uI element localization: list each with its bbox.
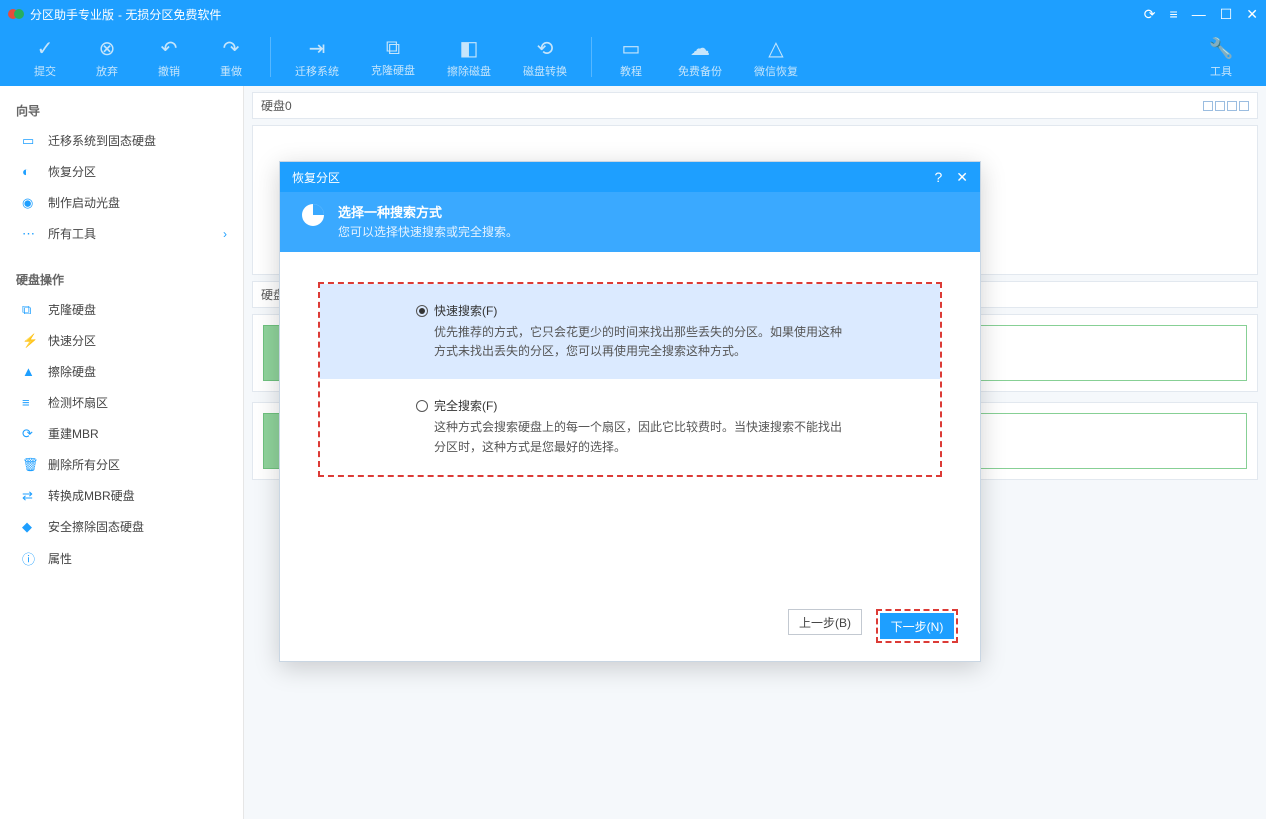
dialog-header: 选择一种搜索方式 您可以选择快速搜索或完全搜索。 [280, 192, 980, 252]
convert-icon: ⟲ [537, 36, 554, 61]
disk-label: 硬盘0 [261, 97, 292, 114]
view-toggle[interactable] [1203, 101, 1249, 111]
dialog-titlebar: 恢复分区 ? ✕ [280, 162, 980, 192]
sidebar-item-migrate-ssd[interactable]: ▭迁移系统到固态硬盘 [0, 125, 243, 156]
redo-icon: ↷ [223, 36, 240, 61]
option-full-search[interactable]: 完全搜索(F) 这种方式会搜索硬盘上的每一个扇区，因此它比较费时。当快速搜索不能… [320, 379, 940, 474]
refresh-icon[interactable]: ⟳ [1144, 6, 1156, 23]
commit-button[interactable]: ✓提交 [14, 30, 76, 84]
disc-icon: ◉ [22, 195, 40, 211]
next-button[interactable]: 下一步(N) [880, 613, 954, 639]
undo-button[interactable]: ↶撤销 [138, 30, 200, 84]
app-logo-icon [8, 6, 24, 22]
sidebar-item-clone-disk[interactable]: ⧉克隆硬盘 [0, 294, 243, 325]
wechat-icon: △ [768, 36, 783, 61]
menu-icon[interactable]: ≡ [1170, 6, 1178, 23]
scan-icon: ≡ [22, 395, 40, 410]
sidebar-item-delete-all[interactable]: 🗑删除所有分区 [0, 449, 243, 480]
discard-button[interactable]: ⊗放弃 [76, 30, 138, 84]
undo-icon: ↶ [161, 36, 178, 61]
dialog-close-icon[interactable]: ✕ [956, 169, 968, 186]
maximize-icon[interactable]: ☐ [1220, 6, 1233, 23]
prev-button[interactable]: 上一步(B) [788, 609, 862, 635]
tutorial-button[interactable]: ▭教程 [600, 30, 662, 84]
erase-icon: ▲ [22, 364, 40, 379]
wechat-recover-button[interactable]: △微信恢复 [738, 30, 814, 84]
options-highlight: 快速搜索(F) 优先推荐的方式，它只会花更少的时间来找出那些丢失的分区。如果使用… [318, 282, 942, 477]
radio-quick-search[interactable] [416, 305, 428, 317]
wipe-icon: ◧ [460, 36, 479, 61]
sidebar-item-secure-wipe-ssd[interactable]: ◆安全擦除固态硬盘 [0, 511, 243, 542]
wipe-disk-button[interactable]: ◧擦除磁盘 [431, 30, 507, 84]
convert-disk-button[interactable]: ⟲磁盘转换 [507, 30, 583, 84]
option-quick-desc: 优先推荐的方式，它只会花更少的时间来找出那些丢失的分区。如果使用这种方式未找出丢… [416, 323, 844, 361]
book-icon: ▭ [622, 36, 641, 61]
sidebar-item-boot-disc[interactable]: ◉制作启动光盘 [0, 187, 243, 218]
minimize-icon[interactable]: — [1192, 6, 1206, 23]
check-icon: ✓ [37, 36, 54, 61]
migrate-os-button[interactable]: ⇥迁移系统 [279, 30, 355, 84]
sidebar-item-wipe-disk[interactable]: ▲擦除硬盘 [0, 356, 243, 387]
dialog-footer: 上一步(B) 下一步(N) [280, 595, 980, 661]
migrate-icon: ⇥ [309, 36, 326, 61]
dialog-header-title: 选择一种搜索方式 [338, 202, 518, 221]
diskops-header: 硬盘操作 [0, 263, 243, 294]
radio-full-search[interactable] [416, 400, 428, 412]
pie-icon: ◐ [22, 164, 40, 179]
bolt-icon: ⚡ [22, 333, 40, 349]
sidebar-item-convert-mbr[interactable]: ⇄转换成MBR硬盘 [0, 480, 243, 511]
clone-icon: ⧉ [386, 37, 400, 60]
trash-icon: 🗑 [22, 457, 40, 473]
pie-icon [300, 202, 326, 228]
app-title: 分区助手专业版 [30, 6, 114, 23]
recover-partition-dialog: 恢复分区 ? ✕ 选择一种搜索方式 您可以选择快速搜索或完全搜索。 快速搜索(F… [279, 161, 981, 662]
disk-header: 硬盘0 [252, 92, 1258, 119]
option-full-desc: 这种方式会搜索硬盘上的每一个扇区，因此它比较费时。当快速搜索不能找出分区时，这种… [416, 418, 844, 456]
ssd-icon: ▭ [22, 133, 40, 149]
sidebar-item-bad-sector[interactable]: ≡检测坏扇区 [0, 387, 243, 418]
swap-icon: ⇄ [22, 488, 40, 504]
app-subtitle: - 无损分区免费软件 [118, 6, 221, 23]
tools-button[interactable]: 🔧工具 [1190, 30, 1252, 84]
clone-icon: ⧉ [22, 302, 40, 318]
sidebar-item-recover-partition[interactable]: ◐恢复分区 [0, 156, 243, 187]
titlebar: 分区助手专业版 - 无损分区免费软件 ⟳ ≡ — ☐ ✕ [0, 0, 1266, 28]
shield-icon: ◆ [22, 519, 40, 535]
cloud-icon: ☁ [690, 36, 710, 61]
option-quick-search[interactable]: 快速搜索(F) 优先推荐的方式，它只会花更少的时间来找出那些丢失的分区。如果使用… [320, 284, 940, 379]
refresh-icon: ⟳ [22, 426, 40, 442]
dialog-header-sub: 您可以选择快速搜索或完全搜索。 [338, 223, 518, 240]
next-button-highlight: 下一步(N) [876, 609, 958, 643]
clone-disk-button[interactable]: ⧉克隆硬盘 [355, 30, 431, 84]
dialog-title: 恢复分区 [292, 169, 340, 186]
close-icon[interactable]: ✕ [1246, 6, 1258, 23]
dots-icon: ⋯ [22, 226, 40, 242]
sidebar-item-properties[interactable]: ⓘ属性 [0, 542, 243, 575]
chevron-right-icon: › [223, 227, 227, 241]
sidebar-item-quick-partition[interactable]: ⚡快速分区 [0, 325, 243, 356]
sidebar-item-all-tools[interactable]: ⋯所有工具› [0, 218, 243, 249]
help-icon[interactable]: ? [934, 169, 942, 186]
redo-button[interactable]: ↷重做 [200, 30, 262, 84]
cancel-icon: ⊗ [99, 36, 116, 61]
backup-button[interactable]: ☁免费备份 [662, 30, 738, 84]
toolbar: ✓提交 ⊗放弃 ↶撤销 ↷重做 ⇥迁移系统 ⧉克隆硬盘 ◧擦除磁盘 ⟲磁盘转换 … [0, 28, 1266, 86]
wizard-header: 向导 [0, 94, 243, 125]
sidebar-item-rebuild-mbr[interactable]: ⟳重建MBR [0, 418, 243, 449]
dialog-body: 快速搜索(F) 优先推荐的方式，它只会花更少的时间来找出那些丢失的分区。如果使用… [280, 252, 980, 595]
info-icon: ⓘ [22, 549, 40, 568]
window-controls: ⟳ ≡ — ☐ ✕ [1144, 6, 1258, 23]
wrench-icon: 🔧 [1209, 36, 1234, 61]
sidebar: 向导 ▭迁移系统到固态硬盘 ◐恢复分区 ◉制作启动光盘 ⋯所有工具› 硬盘操作 … [0, 86, 244, 819]
